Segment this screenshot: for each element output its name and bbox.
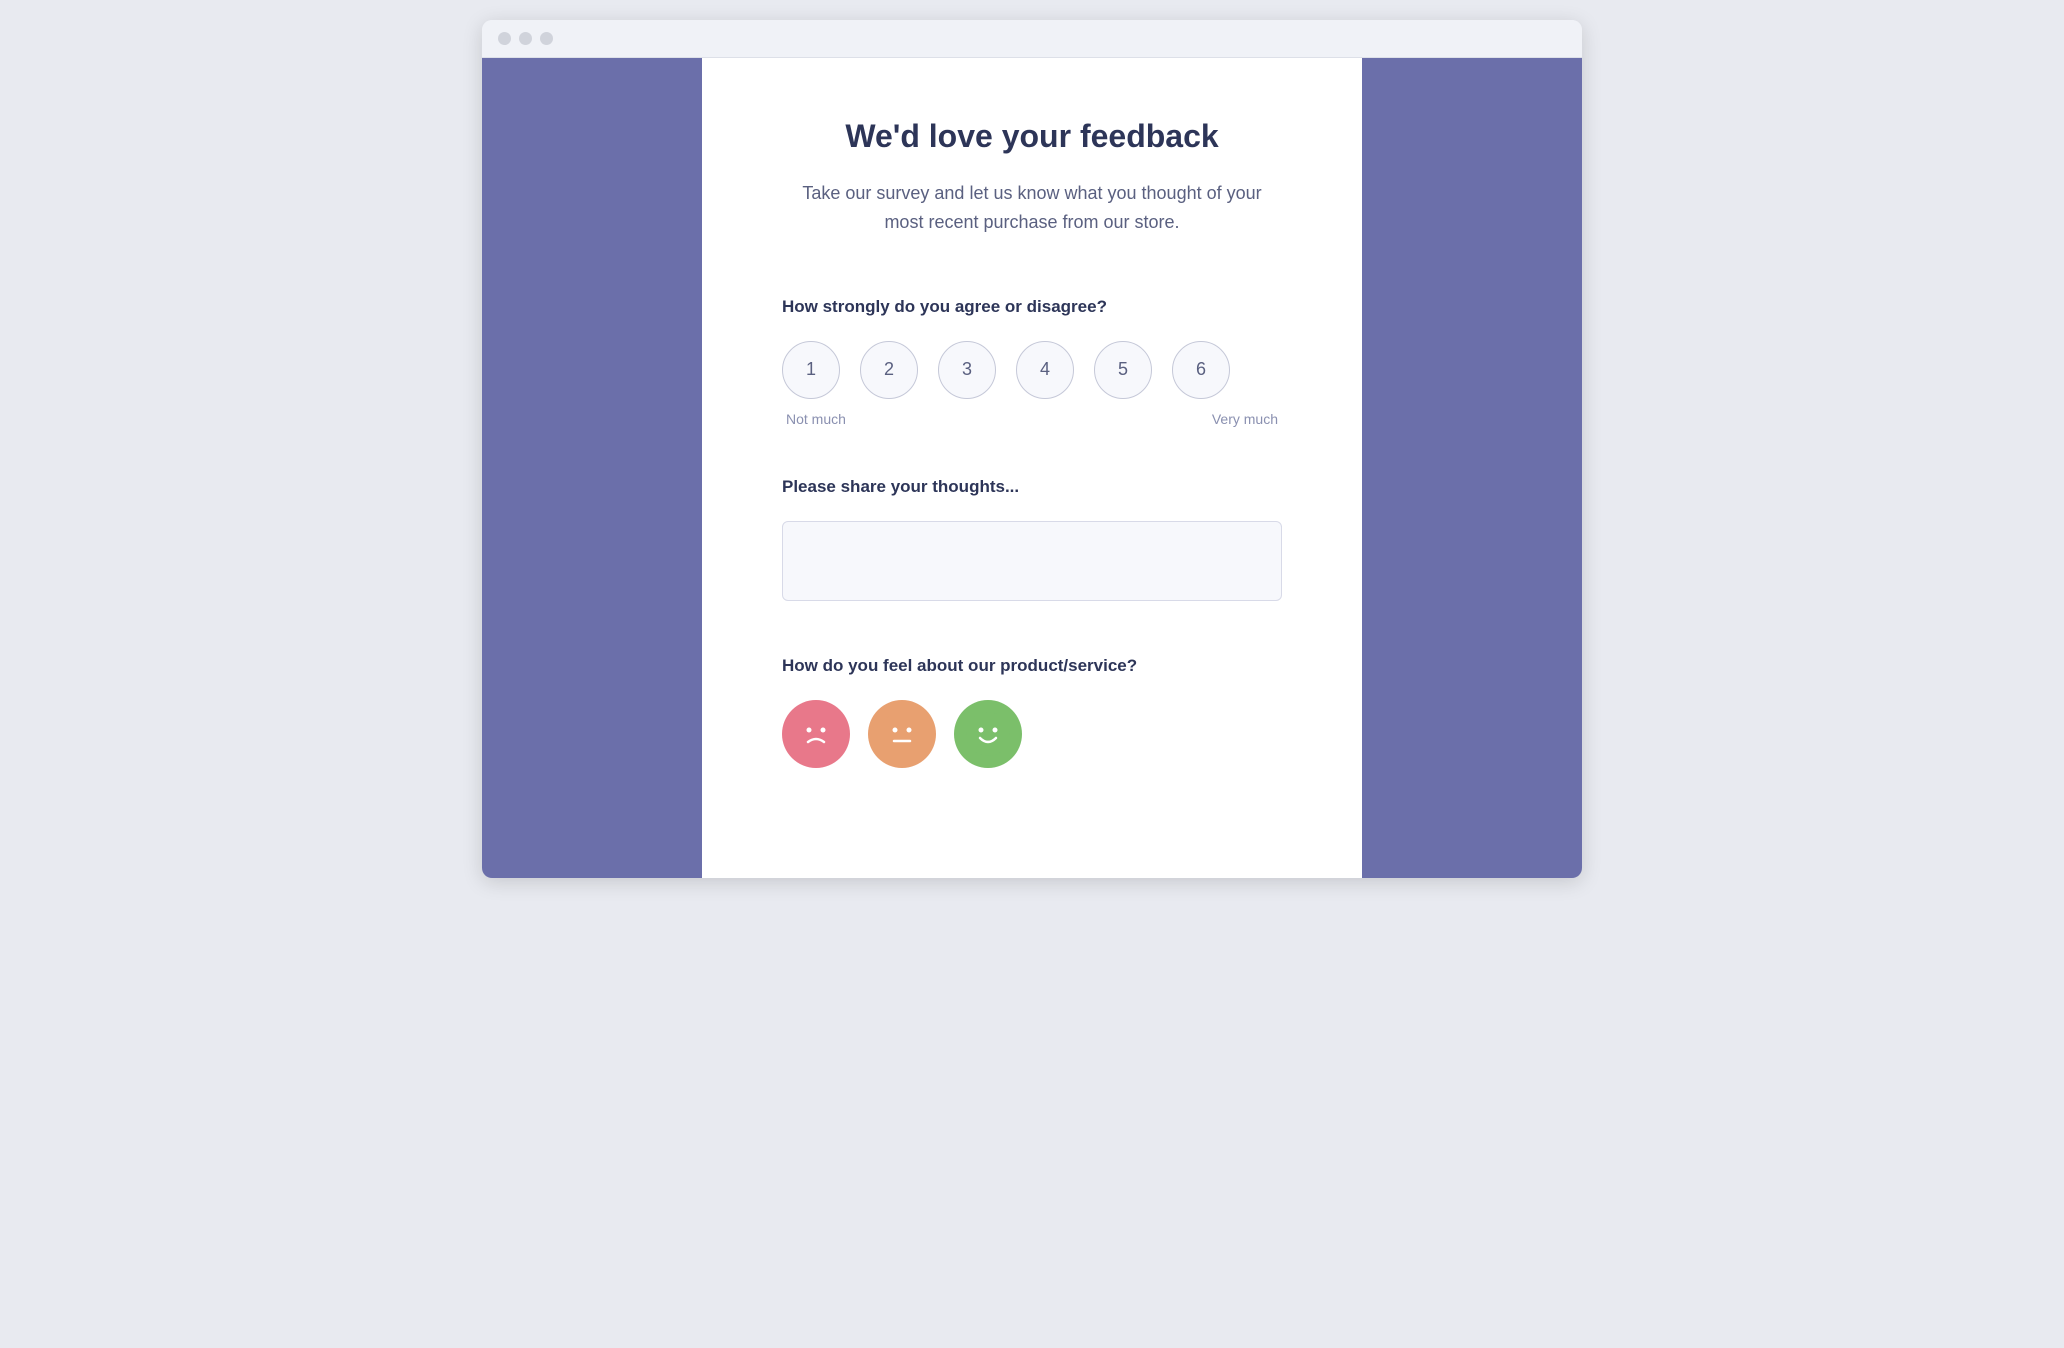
rating-option-5[interactable]: 5: [1094, 341, 1152, 399]
emoji-neutral-button[interactable]: [868, 700, 936, 768]
rating-option-3[interactable]: 3: [938, 341, 996, 399]
browser-dot-2: [519, 32, 532, 45]
thoughts-question-section: Please share your thoughts...: [782, 477, 1282, 606]
feeling-question-section: How do you feel about our product/servic…: [782, 656, 1282, 768]
browser-titlebar: [482, 20, 1582, 58]
sad-face-icon: [794, 712, 838, 756]
rating-labels: Not much Very much: [782, 411, 1282, 427]
browser-dot-1: [498, 32, 511, 45]
browser-body: We'd love your feedback Take our survey …: [482, 58, 1582, 878]
neutral-face-icon: [880, 712, 924, 756]
rating-circle-6[interactable]: 6: [1172, 341, 1230, 399]
rating-circle-3[interactable]: 3: [938, 341, 996, 399]
rating-circle-5[interactable]: 5: [1094, 341, 1152, 399]
rating-option-4[interactable]: 4: [1016, 341, 1074, 399]
sidebar-right: [1362, 58, 1582, 878]
browser-window: We'd love your feedback Take our survey …: [482, 20, 1582, 878]
rating-high-label: Very much: [1212, 411, 1278, 427]
rating-circle-2[interactable]: 2: [860, 341, 918, 399]
feeling-question-label: How do you feel about our product/servic…: [782, 656, 1282, 676]
emoji-sad-button[interactable]: [782, 700, 850, 768]
main-content: We'd love your feedback Take our survey …: [702, 58, 1362, 878]
rating-question-section: How strongly do you agree or disagree? 1…: [782, 297, 1282, 427]
rating-option-2[interactable]: 2: [860, 341, 918, 399]
emoji-options-row: [782, 700, 1282, 768]
emoji-happy-button[interactable]: [954, 700, 1022, 768]
rating-option-1[interactable]: 1: [782, 341, 840, 399]
rating-circle-4[interactable]: 4: [1016, 341, 1074, 399]
happy-face-icon: [966, 712, 1010, 756]
rating-option-6[interactable]: 6: [1172, 341, 1230, 399]
browser-dot-3: [540, 32, 553, 45]
rating-question-label: How strongly do you agree or disagree?: [782, 297, 1282, 317]
sidebar-left: [482, 58, 702, 878]
rating-circle-1[interactable]: 1: [782, 341, 840, 399]
rating-low-label: Not much: [786, 411, 846, 427]
survey-title: We'd love your feedback: [782, 118, 1282, 155]
thoughts-question-label: Please share your thoughts...: [782, 477, 1282, 497]
survey-subtitle: Take our survey and let us know what you…: [782, 179, 1282, 237]
rating-options-row: 1 2 3 4 5 6: [782, 341, 1282, 399]
thoughts-textarea[interactable]: [782, 521, 1282, 601]
